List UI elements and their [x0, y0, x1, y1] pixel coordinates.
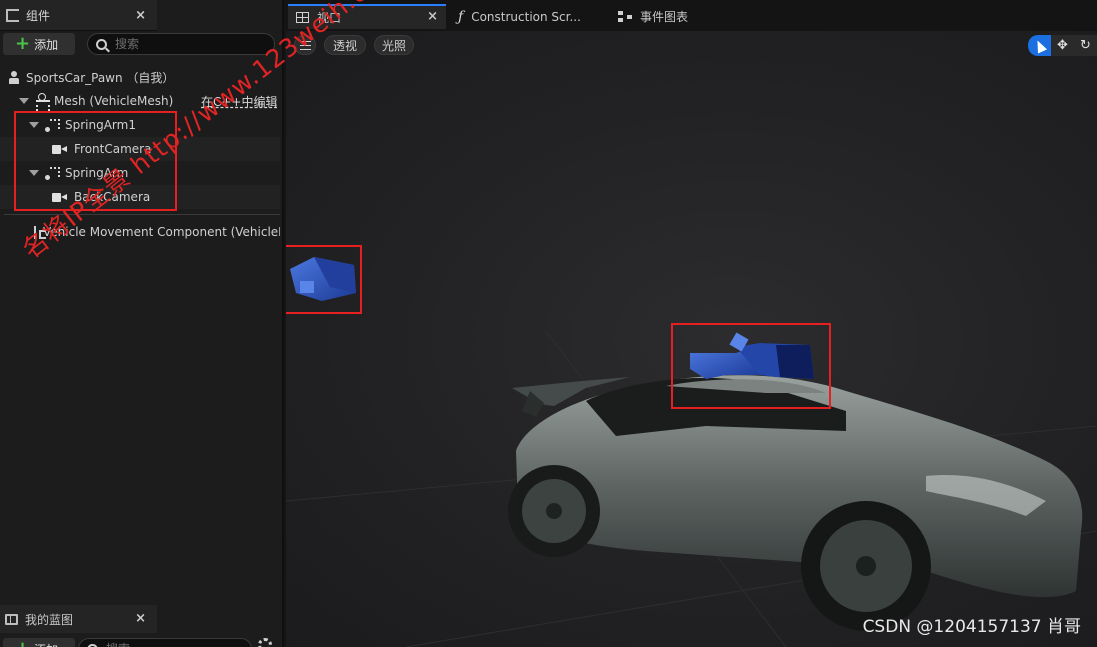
add-button[interactable]: + 添加 [3, 638, 75, 647]
blueprint-search[interactable] [78, 638, 252, 647]
plus-icon: + [15, 640, 30, 647]
sports-car-model[interactable] [508, 375, 1083, 631]
close-icon[interactable]: × [427, 9, 438, 24]
tab-construction-script[interactable]: ƒ Construction Scr... [450, 4, 600, 29]
components-tab-label: 组件 [26, 8, 51, 23]
close-icon[interactable]: × [135, 8, 146, 23]
highlight-box [286, 245, 362, 314]
event-graph-icon [618, 10, 632, 23]
add-button-label: 添加 [34, 37, 59, 52]
search-icon [96, 38, 107, 50]
expand-arrow-icon[interactable] [19, 98, 29, 104]
gear-icon[interactable] [258, 638, 272, 647]
skeletal-mesh-icon [35, 93, 50, 111]
highlight-box [671, 323, 831, 409]
add-component-button[interactable]: + 添加 [3, 33, 75, 55]
components-tab[interactable]: 组件 × [0, 0, 157, 31]
viewport[interactable]: 透视 光照 ✥ ↻ CSDN @1204157137 肖哥 [286, 31, 1097, 647]
book-icon [5, 613, 18, 625]
tab-label: Construction Scr... [471, 9, 581, 24]
my-blueprint-tab-label: 我的蓝图 [25, 612, 74, 627]
function-icon: ƒ [458, 8, 464, 25]
pawn-icon [9, 70, 19, 84]
close-icon[interactable]: × [135, 611, 146, 626]
editor-tab-bar: 视口 × ƒ Construction Scr... 事件图表 [286, 0, 1097, 31]
tree-item-label: SportsCar_Pawn （自我） [26, 70, 175, 85]
component-search[interactable] [87, 33, 275, 55]
credit-watermark: CSDN @1204157137 肖哥 [862, 617, 1081, 637]
search-input[interactable] [115, 37, 255, 51]
search-icon [87, 643, 98, 647]
tab-event-graph[interactable]: 事件图表 [610, 4, 750, 29]
add-button-label: 添加 [34, 641, 58, 647]
plus-icon: + [15, 33, 31, 54]
search-input[interactable] [106, 642, 246, 647]
tree-item-label: Mesh (VehicleMesh) [54, 94, 174, 108]
blueprint-toolbar: + 添加 [0, 635, 282, 647]
components-toolbar: + 添加 [0, 31, 282, 57]
my-blueprint-tab[interactable]: 我的蓝图 × [0, 605, 157, 633]
component-icon [6, 8, 19, 22]
tab-label: 事件图表 [640, 10, 689, 24]
